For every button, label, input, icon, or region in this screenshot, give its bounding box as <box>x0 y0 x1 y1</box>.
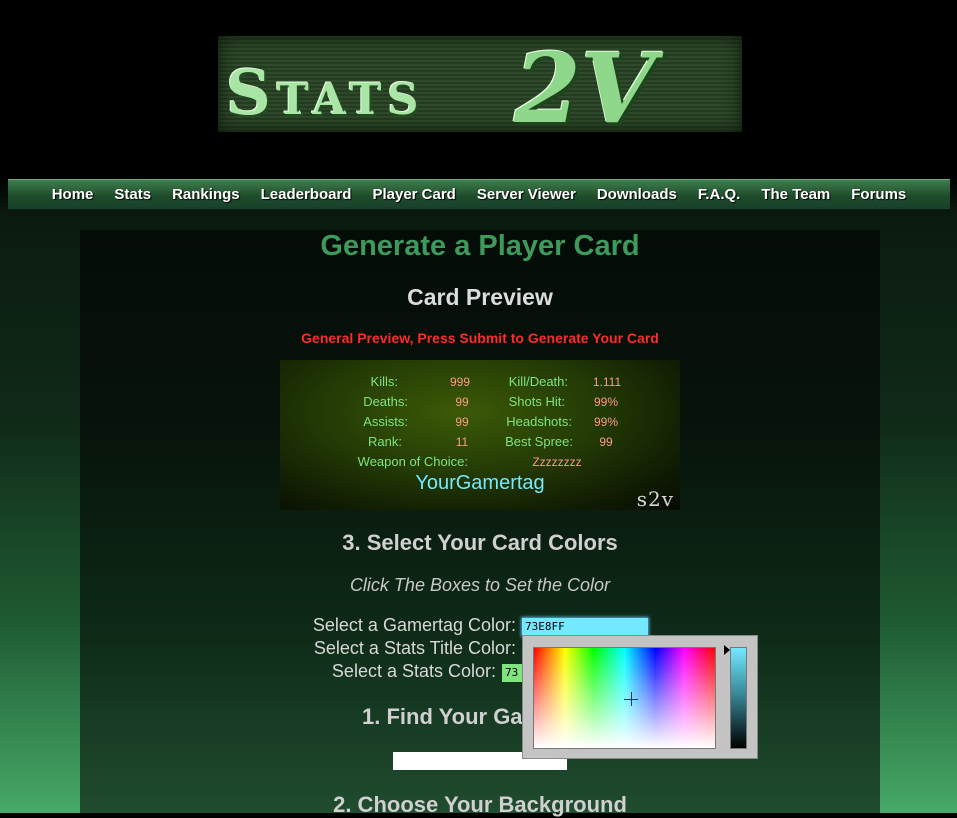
headshots-value: 99% <box>593 415 619 429</box>
nav-leaderboard[interactable]: Leaderboard <box>250 186 362 203</box>
nav-home[interactable]: Home <box>41 186 104 203</box>
color-saturation-field[interactable] <box>533 647 716 749</box>
site-logo: Stats 2V <box>218 32 742 145</box>
card-watermark: s2v <box>636 487 674 511</box>
stats-color-label: Select a Stats Color: <box>331 661 496 681</box>
stats-title-color-label: Select a Stats Title Color: <box>313 638 516 658</box>
nav-forums[interactable]: Forums <box>841 186 917 203</box>
kill-death-value: 1.111 <box>592 375 622 389</box>
card-preview-heading: Card Preview <box>407 284 553 310</box>
choose-background-heading: 2. Choose Your Background <box>333 792 627 817</box>
player-card-preview: Kills: 999 Kill/Death: 1.111 Deaths: 99 … <box>280 360 680 511</box>
logo-text-stats: Stats <box>226 56 425 129</box>
deaths-value: 99 <box>455 395 469 409</box>
assists-label: Assists: <box>363 414 408 429</box>
nav-downloads[interactable]: Downloads <box>586 186 687 203</box>
best-spree-label: Best Spree: <box>505 434 573 449</box>
rank-value: 11 <box>455 435 469 449</box>
nav-player-card[interactable]: Player Card <box>362 186 466 203</box>
main-nav: Home Stats Rankings Leaderboard Player C… <box>8 179 950 210</box>
nav-stats[interactable]: Stats <box>104 186 162 203</box>
deaths-label: Deaths: <box>363 394 408 409</box>
nav-the-team[interactable]: The Team <box>751 186 841 203</box>
kills-value: 999 <box>449 375 471 389</box>
gamertag-color-label: Select a Gamertag Color: <box>312 615 516 635</box>
shots-hit-value: 99% <box>593 395 619 409</box>
color-picker-popup <box>522 635 758 759</box>
weapon-value: Zzzzzzzz <box>532 455 582 469</box>
card-gamertag: YourGamertag <box>415 472 545 494</box>
kill-death-label: Kill/Death: <box>508 374 568 389</box>
logo-text-2v: 2V <box>514 32 656 145</box>
gamertag-color-input[interactable]: 73E8FF <box>522 618 648 636</box>
nav-faq[interactable]: F.A.Q. <box>687 186 751 203</box>
best-spree-value: 99 <box>599 435 613 449</box>
headshots-label: Headshots: <box>506 414 572 429</box>
assists-value: 99 <box>455 415 469 429</box>
preview-note: General Preview, Press Submit to Generat… <box>301 330 659 346</box>
kills-label: Kills: <box>370 374 398 389</box>
colors-hint: Click The Boxes to Set the Color <box>349 575 611 595</box>
find-gamertag-heading: 1. Find Your Ga <box>362 704 523 729</box>
page-title: Generate a Player Card <box>320 230 640 262</box>
content-panel: Generate a Player Card Card Preview Gene… <box>80 230 880 817</box>
brightness-slider[interactable] <box>730 647 747 749</box>
nav-rankings[interactable]: Rankings <box>162 186 251 203</box>
nav-server-viewer[interactable]: Server Viewer <box>466 186 586 203</box>
weapon-label: Weapon of Choice: <box>357 454 468 469</box>
rank-label: Rank: <box>368 434 402 449</box>
shots-hit-label: Shots Hit: <box>508 394 565 409</box>
select-colors-heading: 3. Select Your Card Colors <box>342 530 618 555</box>
